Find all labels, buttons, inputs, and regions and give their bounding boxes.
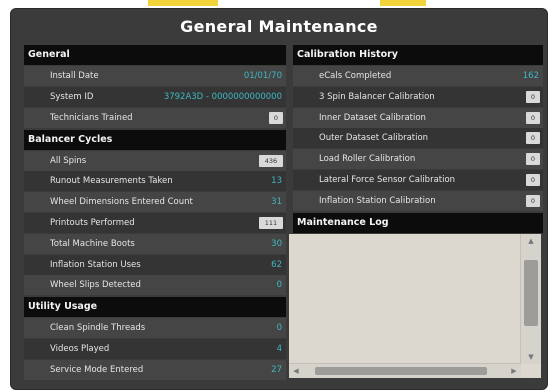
runout-measurements-value: 13 <box>271 176 282 187</box>
maintenance-log-textarea[interactable]: ▲ ▼ ◀ ▶ <box>289 234 541 378</box>
all-spins-button[interactable]: 436 <box>259 154 283 167</box>
row-videos-played: Videos Played 4 <box>24 339 286 360</box>
machine-boots-value: 30 <box>271 238 282 249</box>
row-printouts: Printouts Performed 111 <box>24 212 286 233</box>
row-ecals-completed: eCals Completed 162 <box>293 66 543 86</box>
section-header-calibration-history: Calibration History <box>293 45 543 65</box>
vertical-scrollbar[interactable]: ▲ ▼ <box>520 234 541 364</box>
background-accent-right <box>380 0 426 6</box>
row-inflation-station-uses: Inflation Station Uses 62 <box>24 254 286 275</box>
row-inflation-station-calibration: Inflation Station Calibration 0 <box>293 190 543 211</box>
printouts-label: Printouts Performed <box>50 217 135 228</box>
row-load-roller-calibration: Load Roller Calibration 0 <box>293 149 543 170</box>
outer-dataset-calibration-button[interactable]: 0 <box>526 132 540 145</box>
spin-balancer-calibration-button[interactable]: 0 <box>526 90 540 103</box>
arrow-down-icon[interactable]: ▼ <box>521 352 541 362</box>
outer-dataset-calibration-label: Outer Dataset Calibration <box>319 133 429 144</box>
row-all-spins: All Spins 436 <box>24 150 286 171</box>
lateral-force-calibration-button[interactable]: 0 <box>526 173 540 186</box>
ecals-completed-label: eCals Completed <box>319 71 392 81</box>
inner-dataset-calibration-label: Inner Dataset Calibration <box>319 112 426 123</box>
lateral-force-calibration-label: Lateral Force Sensor Calibration <box>319 174 456 185</box>
technicians-trained-button[interactable]: 0 <box>269 111 283 124</box>
row-technicians-trained: Technicians Trained 0 <box>24 107 286 128</box>
row-service-mode: Service Mode Entered 27 <box>24 359 286 380</box>
install-date-value: 01/01/70 <box>243 71 282 81</box>
background-accent-left <box>148 0 218 6</box>
row-machine-boots: Total Machine Boots 30 <box>24 233 286 254</box>
right-column: Calibration History eCals Completed 162 … <box>293 43 543 234</box>
row-install-date: Install Date 01/01/70 <box>24 66 286 86</box>
clean-spindle-threads-value: 0 <box>276 323 282 334</box>
printouts-button[interactable]: 111 <box>259 216 283 229</box>
install-date-label: Install Date <box>50 71 99 81</box>
row-runout-measurements: Runout Measurements Taken 13 <box>24 171 286 192</box>
inflation-station-uses-value: 62 <box>271 259 282 270</box>
inflation-station-calibration-button[interactable]: 0 <box>526 194 540 207</box>
row-inner-dataset-calibration: Inner Dataset Calibration 0 <box>293 107 543 128</box>
clean-spindle-threads-label: Clean Spindle Threads <box>50 323 146 334</box>
section-header-general: General <box>24 45 286 65</box>
section-header-maintenance-log: Maintenance Log <box>293 212 543 233</box>
load-roller-calibration-label: Load Roller Calibration <box>319 154 416 165</box>
inner-dataset-calibration-button[interactable]: 0 <box>526 111 540 124</box>
wheel-slips-value: 0 <box>276 280 282 291</box>
videos-played-label: Videos Played <box>50 344 110 355</box>
all-spins-label: All Spins <box>50 155 87 166</box>
row-wheel-dimensions: Wheel Dimensions Entered Count 31 <box>24 192 286 213</box>
inflation-station-calibration-label: Inflation Station Calibration <box>319 195 436 206</box>
horizontal-scroll-thumb[interactable] <box>315 367 487 375</box>
service-mode-label: Service Mode Entered <box>50 364 144 375</box>
wheel-dimensions-value: 31 <box>271 197 282 208</box>
ecals-completed-value: 162 <box>522 71 539 81</box>
arrow-left-icon[interactable]: ◀ <box>291 364 301 378</box>
row-outer-dataset-calibration: Outer Dataset Calibration 0 <box>293 128 543 149</box>
system-id-label: System ID <box>50 91 94 102</box>
section-header-utility-usage: Utility Usage <box>24 297 286 318</box>
inflation-station-uses-label: Inflation Station Uses <box>50 259 141 270</box>
wheel-slips-label: Wheel Slips Detected <box>50 280 141 291</box>
row-spin-balancer-calibration: 3 Spin Balancer Calibration 0 <box>293 86 543 107</box>
technicians-trained-label: Technicians Trained <box>50 112 133 123</box>
service-mode-value: 27 <box>271 364 282 375</box>
row-system-id: System ID 3792A3D - 0000000000000 <box>24 86 286 107</box>
left-column: General Install Date 01/01/70 System ID … <box>24 43 286 381</box>
section-header-balancer-cycles: Balancer Cycles <box>24 129 286 150</box>
machine-boots-label: Total Machine Boots <box>50 238 135 249</box>
arrow-right-icon[interactable]: ▶ <box>509 364 519 378</box>
wheel-dimensions-label: Wheel Dimensions Entered Count <box>50 197 193 208</box>
row-wheel-slips: Wheel Slips Detected 0 <box>24 275 286 296</box>
system-id-value: 3792A3D - 0000000000000 <box>163 91 282 102</box>
vertical-scroll-thumb[interactable] <box>524 260 538 326</box>
runout-measurements-label: Runout Measurements Taken <box>50 176 173 187</box>
arrow-up-icon[interactable]: ▲ <box>521 236 541 246</box>
videos-played-value: 4 <box>276 344 282 355</box>
load-roller-calibration-button[interactable]: 0 <box>526 153 540 166</box>
horizontal-scrollbar[interactable]: ◀ ▶ <box>289 363 521 378</box>
row-lateral-force-calibration: Lateral Force Sensor Calibration 0 <box>293 169 543 190</box>
spin-balancer-calibration-label: 3 Spin Balancer Calibration <box>319 91 435 102</box>
row-clean-spindle-threads: Clean Spindle Threads 0 <box>24 318 286 339</box>
dialog-title: General Maintenance <box>180 17 378 36</box>
